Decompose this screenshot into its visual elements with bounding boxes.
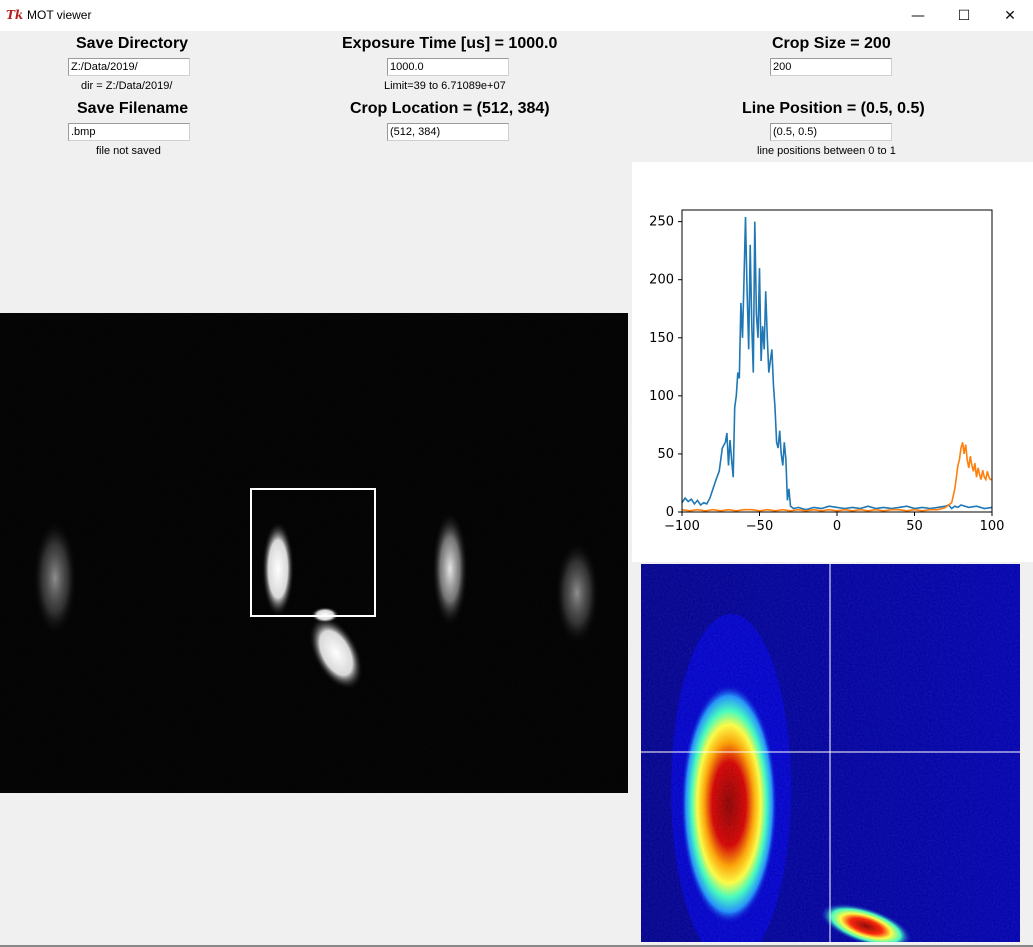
crop-size-heading: Crop Size = 200 [772,35,891,52]
line-position-heading: Line Position = (0.5, 0.5) [742,100,925,117]
minimize-button[interactable]: — [895,0,941,31]
reflection-spot-left [33,520,77,636]
y-tick-label: 100 [649,389,674,404]
maximize-button[interactable]: ☐ [941,0,987,31]
camera-image[interactable] [0,313,628,793]
x-tick-label: −50 [746,519,773,534]
save-directory-heading: Save Directory [76,35,189,52]
line-position-input[interactable] [770,123,892,141]
save-filename-status: file not saved [96,145,161,157]
title-bar: Tk MOT viewer — ☐ ✕ [0,0,1033,31]
window-title: MOT viewer [27,8,92,22]
cropped-heatmap-svg [641,564,1020,942]
save-directory-status: dir = Z:/Data/2019/ [81,80,173,92]
x-tick-label: 0 [833,519,841,534]
tk-feather-icon: Tk [6,8,24,22]
x-tick-label: −100 [664,519,700,534]
series-line-0 [681,216,993,511]
y-tick-label: 150 [649,331,674,346]
y-tick-label: 0 [666,505,674,520]
exposure-input[interactable] [387,58,509,76]
save-filename-heading: Save Filename [77,100,189,117]
exposure-heading: Exposure Time [us] = 1000.0 [342,35,558,52]
camera-image-svg [0,313,628,793]
line-profile-plot: −100 −50 0 50 100 0 50 100 150 200 250 [632,162,1033,562]
reflection-spot-center [432,511,468,627]
y-tick-label: 50 [657,447,674,462]
line-position-note: line positions between 0 to 1 [757,145,896,157]
save-filename-input[interactable] [68,123,190,141]
crop-size-input[interactable] [770,58,892,76]
line-profile-svg: −100 −50 0 50 100 0 50 100 150 200 250 [649,209,1005,534]
y-tick-label: 200 [649,273,674,288]
x-tick-label: 50 [906,519,923,534]
plot-frame [681,209,993,513]
mot-cloud [262,521,294,617]
reflection-spot-right [555,541,599,645]
close-button[interactable]: ✕ [987,0,1033,31]
cropped-heatmap[interactable] [641,564,1020,942]
x-tick-label: 100 [980,519,1005,534]
save-directory-input[interactable] [68,58,190,76]
exposure-limit-note: Limit=39 to 6.71089e+07 [384,80,506,92]
crop-location-input[interactable] [387,123,509,141]
crop-location-heading: Crop Location = (512, 384) [350,100,550,117]
y-tick-label: 250 [649,215,674,230]
